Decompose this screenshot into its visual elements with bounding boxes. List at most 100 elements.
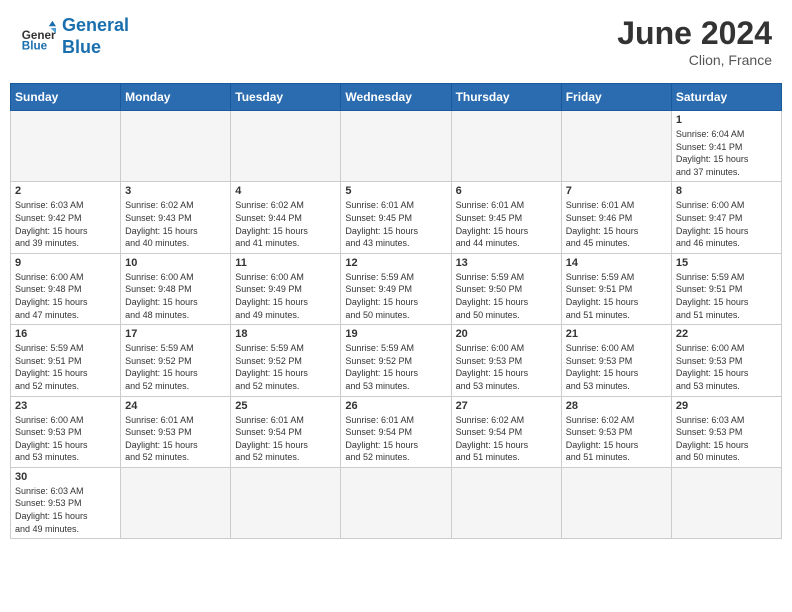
day-info: Sunrise: 6:03 AMSunset: 9:53 PMDaylight:… — [15, 485, 116, 535]
day-info: Sunrise: 6:00 AMSunset: 9:49 PMDaylight:… — [235, 271, 336, 321]
day-cell-1: 1 Sunrise: 6:04 AMSunset: 9:41 PMDaylight… — [671, 111, 781, 182]
day-info: Sunrise: 6:00 AMSunset: 9:53 PMDaylight:… — [566, 342, 667, 392]
day-info: Sunrise: 5:59 AMSunset: 9:51 PMDaylight:… — [15, 342, 116, 392]
col-thursday: Thursday — [451, 84, 561, 111]
day-number: 17 — [125, 328, 226, 340]
day-number: 22 — [676, 328, 777, 340]
day-info: Sunrise: 5:59 AMSunset: 9:51 PMDaylight:… — [566, 271, 667, 321]
day-cell-2: 2Sunrise: 6:03 AMSunset: 9:42 PMDaylight… — [11, 182, 121, 253]
day-number: 6 — [456, 185, 557, 197]
day-cell-26: 26 Sunrise: 6:01 AMSunset: 9:54 PMDayligh… — [341, 396, 451, 467]
day-number: 14 — [566, 257, 667, 269]
day-info: Sunrise: 6:00 AMSunset: 9:48 PMDaylight:… — [15, 271, 116, 321]
day-number: 18 — [235, 328, 336, 340]
day-info: Sunrise: 6:02 AMSunset: 9:53 PMDaylight:… — [566, 414, 667, 464]
day-info: Sunrise: 6:01 AMSunset: 9:45 PMDaylight:… — [456, 199, 557, 249]
day-number: 30 — [15, 471, 116, 483]
day-info: Sunrise: 5:59 AMSunset: 9:52 PMDaylight:… — [125, 342, 226, 392]
svg-text:Blue: Blue — [22, 39, 48, 52]
day-info: Sunrise: 6:01 AMSunset: 9:46 PMDaylight:… — [566, 199, 667, 249]
day-cell-22: 22 Sunrise: 6:00 AMSunset: 9:53 PMDayligh… — [671, 325, 781, 396]
day-cell-28: 28 Sunrise: 6:02 AMSunset: 9:53 PMDayligh… — [561, 396, 671, 467]
day-number: 4 — [235, 185, 336, 197]
day-info: Sunrise: 6:02 AMSunset: 9:43 PMDaylight:… — [125, 199, 226, 249]
day-number: 1 — [676, 114, 777, 126]
day-cell-27: 27 Sunrise: 6:02 AMSunset: 9:54 PMDayligh… — [451, 396, 561, 467]
empty-cell — [561, 111, 671, 182]
day-info: Sunrise: 6:04 AMSunset: 9:41 PMDaylight:… — [676, 128, 777, 178]
day-cell-20: 20 Sunrise: 6:00 AMSunset: 9:53 PMDayligh… — [451, 325, 561, 396]
day-info: Sunrise: 5:59 AMSunset: 9:52 PMDaylight:… — [235, 342, 336, 392]
day-cell-14: 14 Sunrise: 5:59 AMSunset: 9:51 PMDayligh… — [561, 253, 671, 324]
empty-cell — [121, 111, 231, 182]
day-number: 13 — [456, 257, 557, 269]
day-info: Sunrise: 6:00 AMSunset: 9:53 PMDaylight:… — [676, 342, 777, 392]
day-number: 24 — [125, 400, 226, 412]
col-tuesday: Tuesday — [231, 84, 341, 111]
day-number: 16 — [15, 328, 116, 340]
day-number: 28 — [566, 400, 667, 412]
col-saturday: Saturday — [671, 84, 781, 111]
day-cell-15: 15 Sunrise: 5:59 AMSunset: 9:51 PMDayligh… — [671, 253, 781, 324]
empty-cell — [11, 111, 121, 182]
day-info: Sunrise: 6:02 AMSunset: 9:44 PMDaylight:… — [235, 199, 336, 249]
day-info: Sunrise: 6:03 AMSunset: 9:53 PMDaylight:… — [676, 414, 777, 464]
day-number: 26 — [345, 400, 446, 412]
day-number: 11 — [235, 257, 336, 269]
day-cell-21: 21 Sunrise: 6:00 AMSunset: 9:53 PMDayligh… — [561, 325, 671, 396]
day-info: Sunrise: 6:02 AMSunset: 9:54 PMDaylight:… — [456, 414, 557, 464]
day-number: 2 — [15, 185, 116, 197]
day-cell-25: 25 Sunrise: 6:01 AMSunset: 9:54 PMDayligh… — [231, 396, 341, 467]
calendar-table: Sunday Monday Tuesday Wednesday Thursday… — [10, 83, 782, 539]
day-info: Sunrise: 6:01 AMSunset: 9:54 PMDaylight:… — [235, 414, 336, 464]
empty-cell — [231, 467, 341, 538]
empty-cell — [671, 467, 781, 538]
logo-icon: General Blue — [20, 19, 56, 55]
month-title: June 2024 — [617, 15, 772, 52]
day-cell-18: 18 Sunrise: 5:59 AMSunset: 9:52 PMDayligh… — [231, 325, 341, 396]
day-cell-23: 23Sunrise: 6:00 AMSunset: 9:53 PMDayligh… — [11, 396, 121, 467]
day-info: Sunrise: 6:00 AMSunset: 9:53 PMDaylight:… — [456, 342, 557, 392]
day-cell-8: 8Sunrise: 6:00 AMSunset: 9:47 PMDaylight… — [671, 182, 781, 253]
day-number: 9 — [15, 257, 116, 269]
day-number: 29 — [676, 400, 777, 412]
empty-cell — [341, 111, 451, 182]
day-number: 21 — [566, 328, 667, 340]
day-cell-6: 6 Sunrise: 6:01 AMSunset: 9:45 PMDaylight… — [451, 182, 561, 253]
day-number: 15 — [676, 257, 777, 269]
day-info: Sunrise: 5:59 AMSunset: 9:49 PMDaylight:… — [345, 271, 446, 321]
day-cell-10: 10Sunrise: 6:00 AMSunset: 9:48 PMDayligh… — [121, 253, 231, 324]
logo-text: GeneralBlue — [62, 15, 129, 58]
day-info: Sunrise: 6:01 AMSunset: 9:45 PMDaylight:… — [345, 199, 446, 249]
day-cell-24: 24 Sunrise: 6:01 AMSunset: 9:53 PMDayligh… — [121, 396, 231, 467]
day-number: 8 — [676, 185, 777, 197]
day-info: Sunrise: 6:01 AMSunset: 9:53 PMDaylight:… — [125, 414, 226, 464]
day-number: 27 — [456, 400, 557, 412]
day-cell-29: 29 Sunrise: 6:03 AMSunset: 9:53 PMDayligh… — [671, 396, 781, 467]
day-number: 12 — [345, 257, 446, 269]
day-cell-16: 16 Sunrise: 5:59 AMSunset: 9:51 PMDayligh… — [11, 325, 121, 396]
col-wednesday: Wednesday — [341, 84, 451, 111]
logo: General Blue GeneralBlue — [20, 15, 129, 58]
day-cell-3: 3 Sunrise: 6:02 AMSunset: 9:43 PMDaylight… — [121, 182, 231, 253]
empty-cell — [231, 111, 341, 182]
day-info: Sunrise: 6:00 AMSunset: 9:48 PMDaylight:… — [125, 271, 226, 321]
day-info: Sunrise: 5:59 AMSunset: 9:50 PMDaylight:… — [456, 271, 557, 321]
day-number: 20 — [456, 328, 557, 340]
title-block: June 2024 Clion, France — [617, 15, 772, 68]
day-info: Sunrise: 5:59 AMSunset: 9:51 PMDaylight:… — [676, 271, 777, 321]
day-cell-17: 17 Sunrise: 5:59 AMSunset: 9:52 PMDayligh… — [121, 325, 231, 396]
day-info: Sunrise: 6:01 AMSunset: 9:54 PMDaylight:… — [345, 414, 446, 464]
day-number: 5 — [345, 185, 446, 197]
day-number: 3 — [125, 185, 226, 197]
empty-cell — [451, 467, 561, 538]
day-number: 25 — [235, 400, 336, 412]
day-cell-11: 11 Sunrise: 6:00 AMSunset: 9:49 PMDayligh… — [231, 253, 341, 324]
empty-cell — [121, 467, 231, 538]
day-cell-12: 12 Sunrise: 5:59 AMSunset: 9:49 PMDayligh… — [341, 253, 451, 324]
col-friday: Friday — [561, 84, 671, 111]
day-info: Sunrise: 5:59 AMSunset: 9:52 PMDaylight:… — [345, 342, 446, 392]
day-cell-19: 19Sunrise: 5:59 AMSunset: 9:52 PMDayligh… — [341, 325, 451, 396]
empty-cell — [561, 467, 671, 538]
col-sunday: Sunday — [11, 84, 121, 111]
